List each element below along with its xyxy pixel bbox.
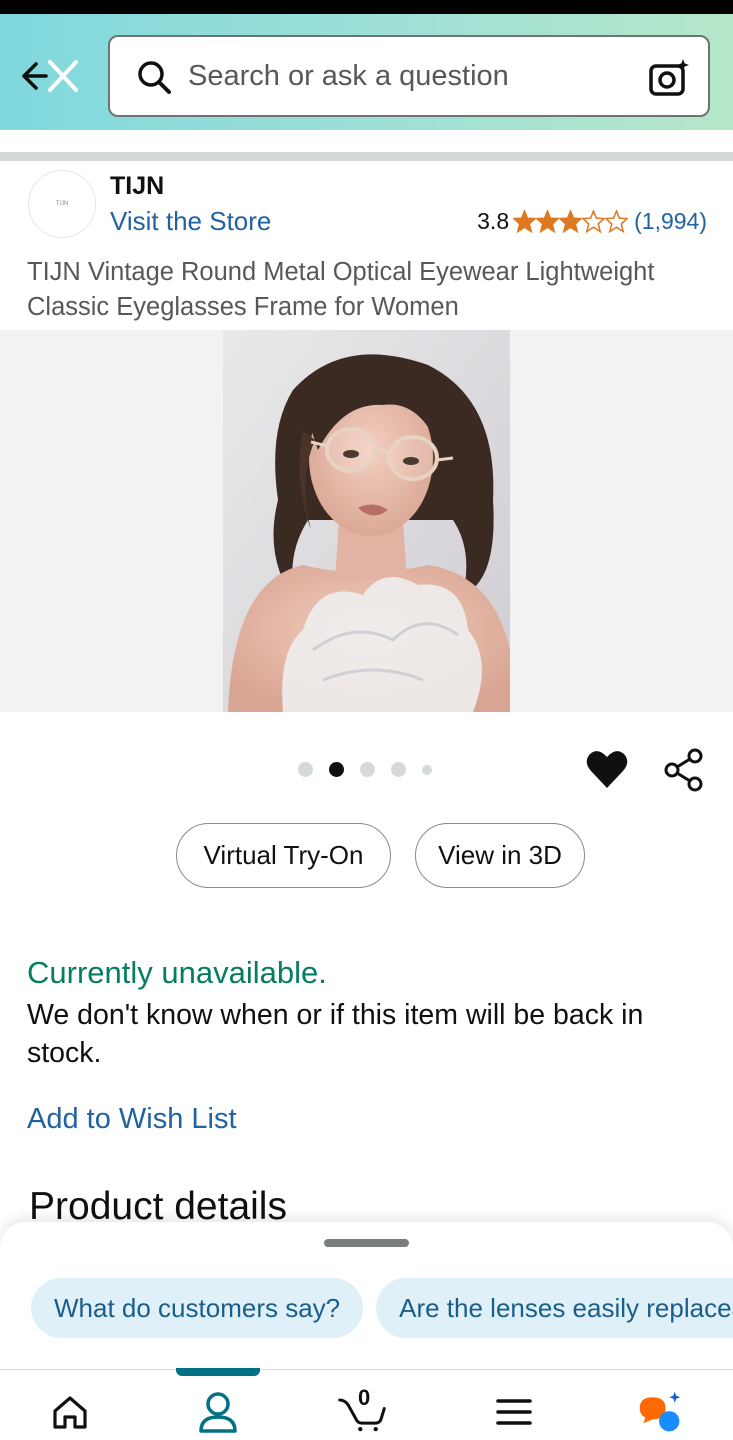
nav-menu[interactable] bbox=[490, 1388, 538, 1436]
carousel-dot bbox=[422, 764, 432, 775]
rating-value: 3.8 bbox=[477, 208, 510, 234]
product-photo[interactable] bbox=[223, 330, 510, 712]
carousel-dot bbox=[360, 762, 375, 777]
back-close-icon bbox=[22, 60, 78, 92]
section-divider bbox=[0, 152, 733, 161]
active-tab-indicator bbox=[176, 1368, 260, 1376]
virtual-try-on-button[interactable]: Virtual Try-On bbox=[176, 823, 391, 888]
suggestion-chip[interactable]: What do customers say? bbox=[31, 1278, 364, 1338]
camera-lens-icon[interactable] bbox=[648, 57, 690, 99]
nav-rufus-assistant[interactable] bbox=[636, 1388, 684, 1436]
star-icon bbox=[559, 210, 583, 233]
carousel-indicator bbox=[298, 762, 432, 777]
share-button[interactable] bbox=[663, 748, 705, 792]
search-icon bbox=[138, 61, 171, 94]
back-button[interactable] bbox=[20, 54, 80, 98]
nav-cart[interactable]: 0 bbox=[338, 1385, 386, 1436]
user-icon bbox=[199, 1392, 237, 1433]
suggestion-chip[interactable]: Are the lenses easily replaceable? bbox=[376, 1278, 733, 1338]
nav-account[interactable] bbox=[194, 1388, 242, 1436]
star-icon bbox=[605, 210, 629, 233]
sheet-drag-handle[interactable] bbox=[324, 1239, 409, 1247]
status-bar bbox=[0, 0, 733, 14]
heart-icon bbox=[586, 751, 628, 788]
star-icon bbox=[513, 210, 537, 233]
visit-store-link[interactable]: Visit the Store bbox=[110, 206, 271, 237]
header bbox=[0, 14, 733, 130]
chat-assistant-icon bbox=[639, 1391, 681, 1432]
share-icon bbox=[664, 748, 703, 792]
home-icon bbox=[53, 1396, 87, 1429]
bottom-navigation: 0 bbox=[0, 1368, 733, 1440]
brand-logo-text: TIJN bbox=[55, 201, 69, 207]
add-to-wish-list-link[interactable]: Add to Wish List bbox=[27, 1103, 237, 1136]
search-input[interactable] bbox=[188, 37, 628, 115]
menu-icon bbox=[496, 1399, 532, 1425]
cart-count: 0 bbox=[358, 1385, 371, 1410]
rating-summary[interactable]: 3.8 (1,994) bbox=[477, 208, 707, 235]
search-bar[interactable] bbox=[108, 35, 710, 117]
rating-count: (1,994) bbox=[634, 208, 707, 234]
availability-status: Currently unavailable. bbox=[27, 955, 327, 990]
carousel-dot bbox=[391, 762, 406, 777]
view-in-3d-button[interactable]: View in 3D bbox=[415, 823, 585, 888]
star-rating bbox=[513, 210, 629, 233]
suggestion-chips: What do customers say? Are the lenses ea… bbox=[31, 1278, 733, 1338]
product-image-gallery[interactable] bbox=[0, 330, 733, 712]
carousel-dot bbox=[329, 762, 344, 777]
availability-message: We don't know when or if this item will … bbox=[27, 999, 644, 1069]
nav-home[interactable] bbox=[46, 1388, 94, 1436]
brand-logo[interactable]: TIJN bbox=[28, 170, 96, 238]
suggestions-sheet: What do customers say? Are the lenses ea… bbox=[0, 1222, 733, 1382]
wishlist-heart-button[interactable] bbox=[585, 748, 629, 790]
star-icon bbox=[536, 210, 560, 233]
product-title: TIJN Vintage Round Metal Optical Eyewear… bbox=[27, 258, 655, 321]
brand-name: TIJN bbox=[110, 172, 165, 200]
carousel-dot bbox=[298, 762, 313, 777]
star-icon bbox=[582, 210, 606, 233]
